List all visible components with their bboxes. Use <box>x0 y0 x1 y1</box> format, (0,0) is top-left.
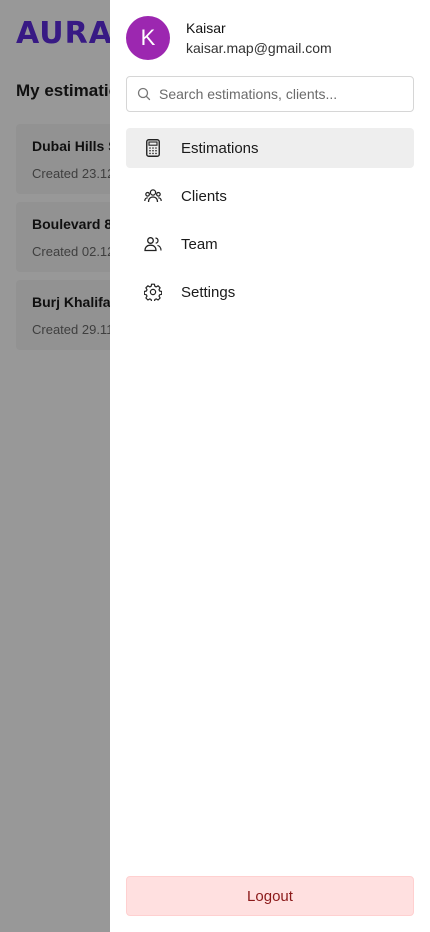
calculator-icon <box>144 139 162 157</box>
user-profile: K Kaisar kaisar.map@gmail.com <box>126 16 414 60</box>
drawer-nav: Estimations Clients Team Settings <box>126 128 414 312</box>
navigation-drawer: K Kaisar kaisar.map@gmail.com Estimat <box>110 0 430 932</box>
team-icon <box>144 235 162 253</box>
avatar: K <box>126 16 170 60</box>
search-box[interactable] <box>126 76 414 112</box>
search-icon <box>137 87 151 101</box>
user-name: Kaisar <box>186 20 226 36</box>
nav-item-settings[interactable]: Settings <box>126 272 414 312</box>
user-email: kaisar.map@gmail.com <box>186 40 332 56</box>
nav-item-estimations[interactable]: Estimations <box>126 128 414 168</box>
logout-button[interactable]: Logout <box>126 876 414 916</box>
nav-item-label: Estimations <box>181 139 259 157</box>
users-group-icon <box>144 187 162 205</box>
nav-item-label: Settings <box>181 283 236 301</box>
nav-item-team[interactable]: Team <box>126 224 414 264</box>
nav-item-clients[interactable]: Clients <box>126 176 414 216</box>
search-input[interactable] <box>159 86 403 102</box>
gear-icon <box>144 283 162 301</box>
nav-item-label: Team <box>181 235 218 253</box>
nav-item-label: Clients <box>181 187 227 205</box>
